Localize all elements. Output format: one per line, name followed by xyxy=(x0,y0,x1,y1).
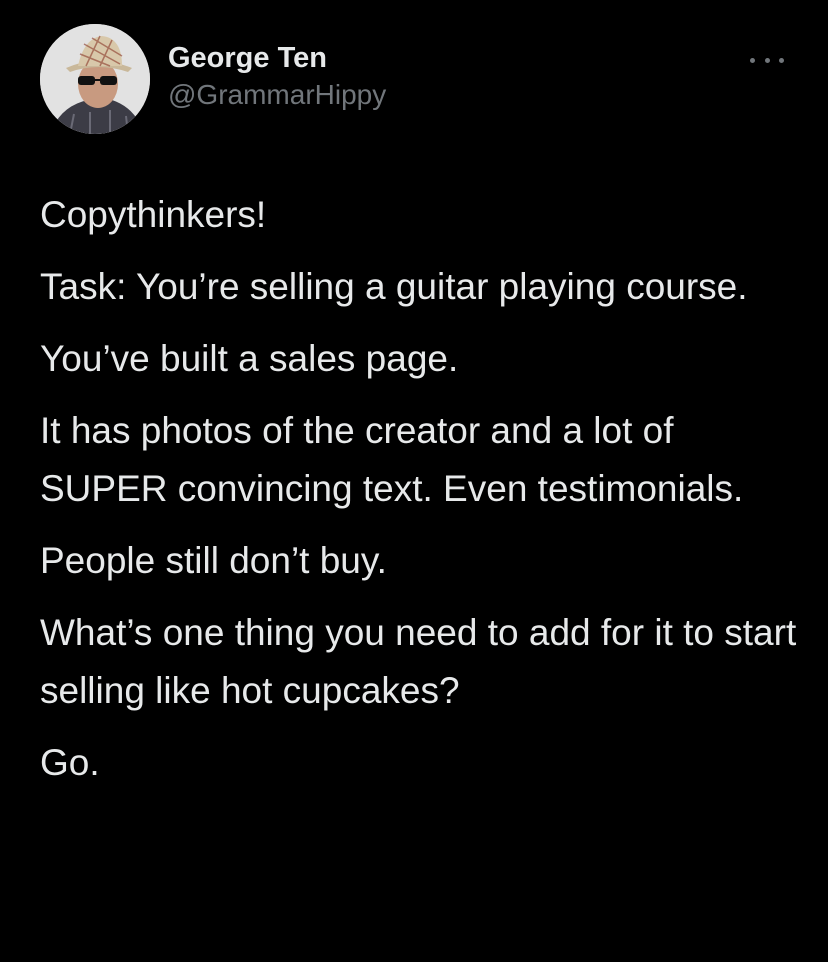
tweet-paragraph: What’s one thing you need to add for it … xyxy=(40,612,797,711)
more-dot xyxy=(750,57,755,63)
tweet-text: Copythinkers! Task: You’re selling a gui… xyxy=(40,186,800,806)
more-dot xyxy=(779,57,784,63)
tweet-paragraph: Copythinkers! xyxy=(40,194,267,235)
user-avatar-photo-icon xyxy=(40,24,150,134)
author-avatar[interactable] xyxy=(40,24,150,134)
tweet: George Ten @GrammarHippy Copythinkers! T… xyxy=(0,0,828,962)
author-display-name[interactable]: George Ten xyxy=(168,40,386,76)
more-dot xyxy=(764,57,770,63)
tweet-paragraph: It has photos of the creator and a lot o… xyxy=(40,410,744,509)
tweet-paragraph: Task: You’re selling a guitar playing co… xyxy=(40,266,748,307)
author-names: George Ten @GrammarHippy xyxy=(168,40,386,114)
tweet-header: George Ten @GrammarHippy xyxy=(40,24,800,136)
tweet-paragraph: You’ve built a sales page. xyxy=(40,338,459,379)
tweet-paragraph: People still don’t buy. xyxy=(40,540,387,581)
more-options-icon[interactable] xyxy=(750,50,784,70)
tweet-paragraph: Go. xyxy=(40,742,100,783)
author-handle[interactable]: @GrammarHippy xyxy=(168,76,386,114)
